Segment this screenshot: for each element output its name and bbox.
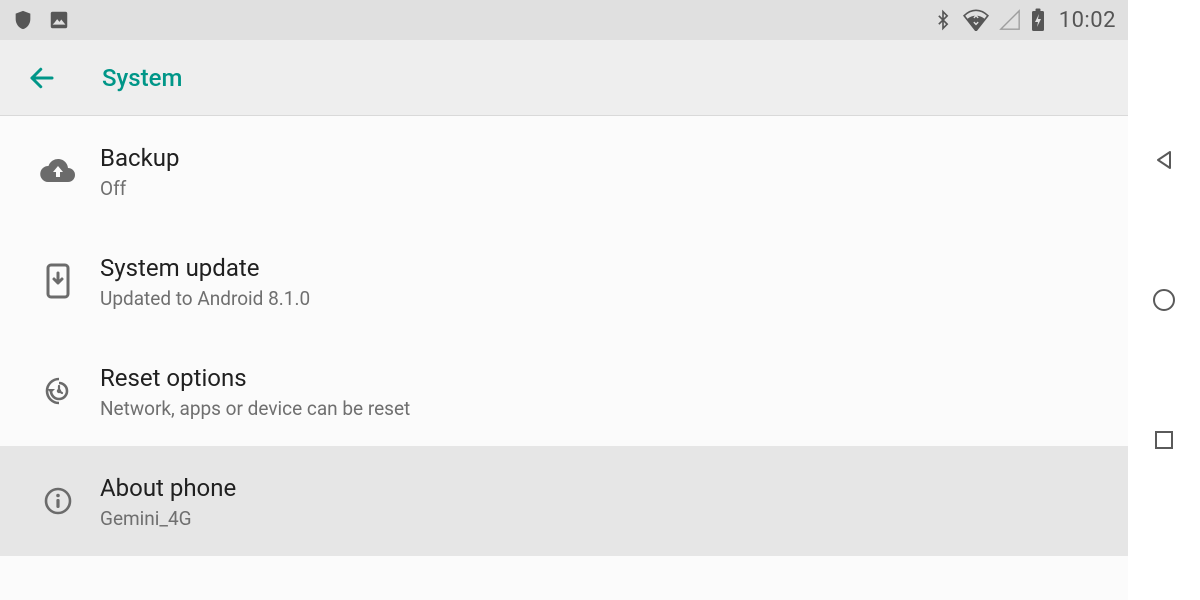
status-bar-right: 10:02 xyxy=(933,8,1116,33)
battery-charging-icon xyxy=(1031,8,1045,32)
screen-content: 10:02 System Backup Of xyxy=(0,0,1128,600)
item-subtitle: Updated to Android 8.1.0 xyxy=(100,287,310,310)
settings-item-reset-options[interactable]: Reset options Network, apps or device ca… xyxy=(0,336,1128,446)
nav-recents-button[interactable] xyxy=(1150,426,1178,454)
status-bar: 10:02 xyxy=(0,0,1128,40)
device-frame: 10:02 System Backup Of xyxy=(0,0,1200,600)
image-icon xyxy=(48,9,70,31)
system-update-icon xyxy=(46,263,70,299)
navigation-bar xyxy=(1128,0,1200,600)
status-bar-left xyxy=(12,9,70,31)
cloud-upload-icon xyxy=(40,157,76,185)
settings-item-system-update[interactable]: System update Updated to Android 8.1.0 xyxy=(0,226,1128,336)
item-title: Reset options xyxy=(100,363,410,393)
item-subtitle: Network, apps or device can be reset xyxy=(100,397,410,420)
item-subtitle: Gemini_4G xyxy=(100,507,236,530)
restore-icon xyxy=(42,375,74,407)
settings-item-backup[interactable]: Backup Off xyxy=(0,116,1128,226)
status-bar-clock: 10:02 xyxy=(1059,8,1116,33)
nav-home-icon xyxy=(1151,287,1177,313)
item-subtitle: Off xyxy=(100,177,179,200)
cellular-signal-icon xyxy=(999,9,1021,31)
app-bar: System xyxy=(0,40,1128,116)
item-title: Backup xyxy=(100,143,179,173)
wifi-icon xyxy=(963,9,989,31)
info-icon xyxy=(43,486,73,516)
app-bar-title: System xyxy=(102,64,182,92)
shield-icon xyxy=(12,9,34,31)
settings-list: Backup Off System update Updated to Andr… xyxy=(0,116,1128,600)
item-title: About phone xyxy=(100,473,236,503)
nav-recents-icon xyxy=(1153,429,1175,451)
nav-back-button[interactable] xyxy=(1150,146,1178,174)
nav-home-button[interactable] xyxy=(1150,286,1178,314)
arrow-back-icon xyxy=(27,63,57,93)
back-button[interactable] xyxy=(20,56,64,100)
nav-back-icon xyxy=(1152,148,1176,172)
item-title: System update xyxy=(100,253,310,283)
settings-item-about-phone[interactable]: About phone Gemini_4G xyxy=(0,446,1128,556)
bluetooth-icon xyxy=(933,8,953,32)
